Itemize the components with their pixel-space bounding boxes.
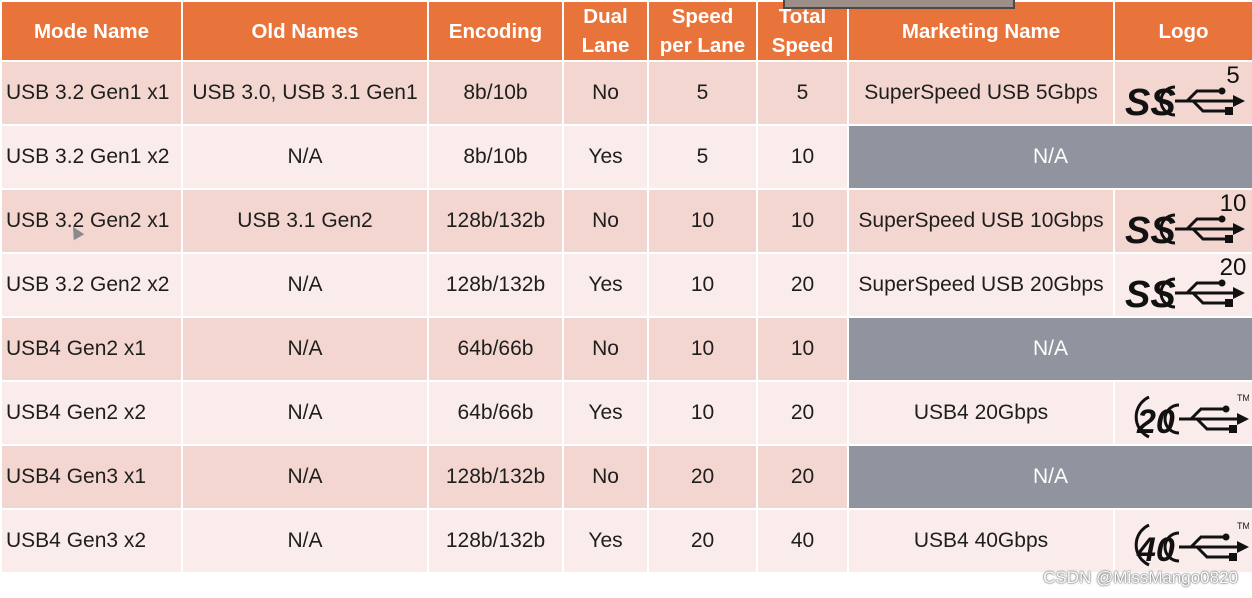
cell-old-names: N/A	[181, 124, 429, 190]
cell-encoding: 128b/132b	[427, 508, 564, 574]
cell-speed-per-lane: 20	[647, 444, 758, 510]
cell-marketing-name: USB4 20Gbps	[847, 380, 1115, 446]
cell-total-speed: 40	[756, 508, 849, 574]
cell-old-names: USB 3.0, USB 3.1 Gen1	[181, 60, 429, 126]
webcam-overlay	[783, 0, 1015, 9]
cell-marketing-name: N/A	[847, 124, 1252, 190]
header-encoding: Encoding	[427, 0, 564, 62]
cell-mode-name: USB4 Gen2 x1	[0, 316, 183, 382]
cell-marketing-name: N/A	[847, 444, 1252, 510]
cell-mode-name: USB 3.2 Gen1 x1	[0, 60, 183, 126]
cell-dual-lane: Yes	[562, 380, 649, 446]
cell-mode-name: USB4 Gen2 x2	[0, 380, 183, 446]
cell-old-names: USB 3.1 Gen2	[181, 188, 429, 254]
table-row: USB4 Gen3 x2 N/A 128b/132b Yes 20 40 USB4 40Gb…	[0, 508, 1252, 574]
cell-dual-lane: No	[562, 444, 649, 510]
cell-speed-per-lane: 10	[647, 316, 758, 382]
cell-total-speed: 10	[756, 124, 849, 190]
superspeed-usb-logo-icon: SS 20	[1113, 252, 1252, 318]
cell-encoding: 8b/10b	[427, 60, 564, 126]
cell-encoding: 8b/10b	[427, 124, 564, 190]
cell-dual-lane: No	[562, 60, 649, 126]
usb4-logo-icon: 20 TM	[1113, 380, 1252, 446]
usb-modes-table: Mode Name Old Names Encoding Dual Lane Sp…	[0, 0, 1252, 574]
cell-mode-name: USB 3.2 Gen1 x2	[0, 124, 183, 190]
table-row: USB 3.2 Gen2 x2 N/A 128b/132b Yes 10 20 SuperS…	[0, 252, 1252, 318]
cell-dual-lane: Yes	[562, 124, 649, 190]
cell-marketing-name: SuperSpeed USB 20Gbps	[847, 252, 1115, 318]
cell-old-names: N/A	[181, 508, 429, 574]
cell-speed-per-lane: 10	[647, 380, 758, 446]
logo-trademark: TM	[1237, 393, 1249, 403]
cell-old-names: N/A	[181, 252, 429, 318]
header-mode-name: Mode Name	[0, 0, 183, 62]
cell-total-speed: 20	[756, 380, 849, 446]
superspeed-usb-logo-icon: SS 5	[1113, 60, 1252, 126]
cell-speed-per-lane: 10	[647, 188, 758, 254]
table-row: USB 3.2 Gen1 x1 USB 3.0, USB 3.1 Gen1 8b/1…	[0, 60, 1252, 126]
logo-speed-number: 10	[1219, 191, 1246, 217]
table-row: USB4 Gen2 x2 N/A 64b/66b Yes 10 20 USB4 20Gbps…	[0, 380, 1252, 446]
table-row: USB 3.2 Gen1 x2 N/A 8b/10b Yes 5 10 N/A	[0, 124, 1252, 190]
cell-marketing-name: SuperSpeed USB 5Gbps	[847, 60, 1115, 126]
cell-total-speed: 10	[756, 188, 849, 254]
cell-marketing-name: N/A	[847, 316, 1252, 382]
cell-encoding: 128b/132b	[427, 252, 564, 318]
logo-speed-number: 5	[1226, 63, 1239, 89]
cell-encoding: 64b/66b	[427, 380, 564, 446]
cell-encoding: 64b/66b	[427, 316, 564, 382]
cell-speed-per-lane: 5	[647, 60, 758, 126]
cell-total-speed: 20	[756, 444, 849, 510]
cell-mode-name: USB4 Gen3 x1	[0, 444, 183, 510]
header-old-names: Old Names	[181, 0, 429, 62]
cell-dual-lane: Yes	[562, 508, 649, 574]
table-row: USB4 Gen3 x1 N/A 128b/132b No 20 20 N/A	[0, 444, 1252, 510]
header-speed-per-lane: Speed per Lane	[647, 0, 758, 62]
cell-total-speed: 20	[756, 252, 849, 318]
cell-mode-name: USB 3.2 Gen2 x1	[0, 188, 183, 254]
header-logo: Logo	[1113, 0, 1252, 62]
logo-speed-number: 20	[1219, 255, 1246, 281]
cell-dual-lane: No	[562, 316, 649, 382]
cell-old-names: N/A	[181, 380, 429, 446]
watermark: CSDN @MissMango0820	[1043, 568, 1238, 587]
cell-speed-per-lane: 20	[647, 508, 758, 574]
header-dual-lane: Dual Lane	[562, 0, 649, 62]
cell-encoding: 128b/132b	[427, 444, 564, 510]
cell-speed-per-lane: 5	[647, 124, 758, 190]
cell-dual-lane: Yes	[562, 252, 649, 318]
cell-mode-name: USB 3.2 Gen2 x2	[0, 252, 183, 318]
cell-dual-lane: No	[562, 188, 649, 254]
table-row: USB4 Gen2 x1 N/A 64b/66b No 10 10 N/A	[0, 316, 1252, 382]
table-row: USB 3.2 Gen2 x1 USB 3.1 Gen2 128b/132b No 10…	[0, 188, 1252, 254]
cell-total-speed: 10	[756, 316, 849, 382]
cell-marketing-name: USB4 40Gbps	[847, 508, 1115, 574]
cell-total-speed: 5	[756, 60, 849, 126]
superspeed-usb-logo-icon: SS 10	[1113, 188, 1252, 254]
logo-trademark: TM	[1237, 521, 1249, 531]
header-marketing-name: Marketing Name	[847, 0, 1115, 62]
header-row: Mode Name Old Names Encoding Dual Lane Sp…	[0, 0, 1252, 62]
header-total-speed: Total Speed	[756, 0, 849, 62]
cell-old-names: N/A	[181, 316, 429, 382]
cell-mode-name: USB4 Gen3 x2	[0, 508, 183, 574]
cell-old-names: N/A	[181, 444, 429, 510]
cell-marketing-name: SuperSpeed USB 10Gbps	[847, 188, 1115, 254]
usb4-logo-icon: 40 TM	[1113, 508, 1252, 574]
cell-speed-per-lane: 10	[647, 252, 758, 318]
cell-encoding: 128b/132b	[427, 188, 564, 254]
